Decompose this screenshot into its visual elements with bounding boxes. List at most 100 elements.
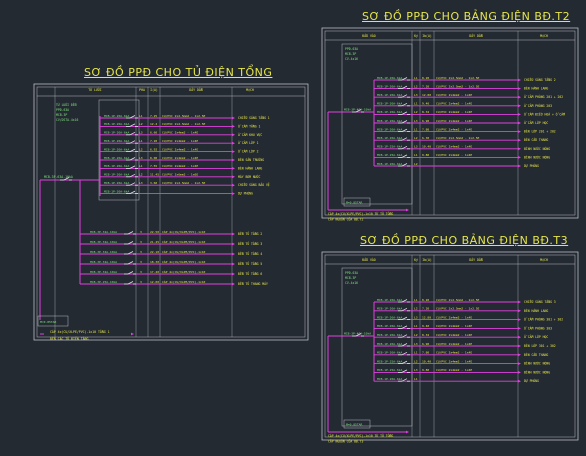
panel-t3-incoming-note: MCB-3P [345, 276, 356, 280]
main-upper-circuit-2-phase: L2 [139, 122, 143, 126]
panel-t2-circuit-2-current: 7.20 [422, 84, 429, 88]
main-header-circuit: MẠCH [246, 88, 254, 92]
main-upper-circuit-2-arrow [232, 125, 235, 128]
panel-t3-circuit-1-current: 8.20 [422, 298, 429, 302]
panel-t2-circuit-9-current: 10.40 [422, 145, 431, 149]
panel-t3-circuit-4-dest: Ổ CẮM PHÒNG 303 [524, 325, 552, 330]
panel-t3-incoming-note: CV-4x16 [345, 281, 358, 285]
panel-t3-circuit-10-arrow [518, 379, 521, 383]
panel-t3-circuit-7-cable: CU/PVC 2x4mm2 - 1x4E [436, 351, 472, 355]
main-lower-circuit-4-arrow [232, 262, 235, 266]
panel-t2-circuit-5-phase: L2 [414, 110, 418, 114]
panel-t2-circuit-3-cable: CU/PVC 2x4mm2 - 1x4E [436, 93, 472, 97]
panel-t3-circuit-3-breaker-label: MCB-1P-20A-6kA [377, 315, 402, 319]
panel-t2-circuit-8-breaker-label: MCB-1P-20A-6kA [377, 136, 402, 140]
panel-t2-circuit-3-phase: L3 [414, 93, 418, 97]
main-lower-circuit-1-breaker-label: MCB-3P-32A-10kA [90, 230, 117, 234]
main-upper-circuit-5-arrow [232, 150, 235, 153]
main-incoming-note: CV/DSTA-4x16 [56, 118, 78, 122]
main-upper-circuit-1-phase: L1 [139, 114, 143, 118]
panel-t2-circuit-2-dest: ĐÈN HÀNH LANG [524, 86, 548, 91]
main-header-source: TỪ LƯỚI [88, 87, 102, 92]
panel-t2-circuit-8-current: 6.30 [422, 136, 429, 140]
panel-t2-circuit-2-arrow [518, 87, 521, 90]
panel-t2-header-phase: Ký [414, 34, 418, 38]
main-lower-circuit-1-arrow [232, 232, 235, 236]
panel-t3-circuit-5-cable: CU/PVC 2x4mm2 - 1x4E [436, 333, 472, 337]
panel-t3-circuit-8-breaker-label: MCB-1P-25A-6kA [377, 359, 402, 363]
main-upper-circuit-6-dest: ĐÈN SÂN TRƯỜNG [238, 157, 264, 162]
main-incoming-note: PPĐ-63A [56, 108, 69, 112]
panel-t3-circuit-9-phase: L3 [414, 368, 418, 372]
main-upper-circuit-6-arrow [232, 158, 235, 162]
panel-t2-circuit-7-current: 7.80 [422, 127, 429, 131]
main-lower-circuit-6-current: 12.00 [150, 280, 159, 284]
panel-t3-circuit-3-arrow [518, 318, 521, 321]
panel-t3-circuit-8-current: 10.40 [422, 359, 431, 363]
main-lower-circuit-6-arrow [232, 282, 235, 286]
main-lower-circuit-3-dest: ĐẾN TỦ TẦNG 4 [238, 251, 262, 256]
main-lower-circuit-5-cable: CÁP 4x(CU/XLPE/PVC)-1x10 [162, 269, 206, 274]
panel-t2-circuit-8-cable: CU/PVC 2x2.5mm2 - 1x2.5E [436, 136, 480, 140]
panel-t3-circuit-4-arrow [518, 327, 521, 330]
panel-t2-circuit-1-breaker-label: MCB-1P-20A-6kA [377, 76, 402, 80]
panel-t3-circuit-6-breaker-label: MCB-1P-20A-6kA [377, 342, 402, 346]
main-lower-circuit-4-breaker-label: MCB-3P-32A-10kA [90, 260, 117, 264]
main-upper-circuit-2-dest: Ổ CẮM TẦNG 1 [238, 123, 260, 128]
panel-t3-circuit-9-breaker-label: MCB-1P-25A-6kA [377, 368, 402, 372]
panel-t3-circuit-5-arrow [518, 335, 521, 339]
main-upper-circuit-10-breaker-label: MCB-1P-20A-6kA [104, 189, 129, 193]
panel-t3-circuit-4-phase: L1 [414, 324, 418, 328]
main-lower-circuit-4-phase: 3 [140, 260, 142, 264]
panel-t3-circuit-9-dest: BÌNH NƯỚC NÓNG [524, 369, 550, 374]
panel-t2-feed-cable: CÁP 4x(CU/XLPE/PVC)-1x10 TỪ TỦ TỔNG [328, 211, 393, 216]
panel-t2-circuit-5-cable: CU/PVC 2x4mm2 - 1x4E [436, 110, 472, 114]
panel-t3-circuit-10-breaker-label: MCB-1P-20A-6kA [377, 377, 402, 381]
panel-t3-header-ampere: Ib(A) [422, 258, 432, 262]
main-upper-circuit-9-arrow [232, 183, 235, 187]
panel-t3-circuit-3-current: 12.80 [422, 315, 431, 319]
panel-t2-circuit-10-dest: BÌNH NƯỚC NÓNG [524, 154, 550, 159]
main-lower-circuit-3-cable: CÁP 4x(CU/XLPE/PVC)-1x10 [162, 249, 206, 254]
main-upper-circuit-6-breaker-label: MCB-1P-20A-6kA [104, 156, 129, 160]
panel-t3-circuit-1-arrow [518, 300, 521, 304]
panel-t2-circuit-1-arrow [518, 78, 521, 82]
main-upper-circuit-3-dest: Ổ CẮM KHU VỰC [238, 132, 262, 137]
panel-t2-circuit-11-phase: L2 [414, 162, 418, 166]
panel-t2-bottom-label: M=0.85TAR [346, 201, 362, 205]
panel-t3-circuit-2-arrow [518, 309, 521, 313]
panel-t3-circuit-6-current: 6.90 [422, 342, 429, 346]
main-upper-circuit-7-arrow [232, 167, 235, 170]
main-upper-circuit-6-current: 8.00 [150, 156, 157, 160]
main-upper-circuit-4-breaker-label: MCB-1P-20A-6kA [104, 139, 129, 143]
panel-t2-circuit-10-arrow [518, 156, 521, 159]
main-upper-circuit-6-phase: L3 [139, 156, 143, 160]
panel-t3-circuit-7-arrow [518, 353, 521, 357]
panel-t2-circuit-5-breaker-label: MCB-1P-20A-6kA [377, 110, 402, 114]
main-incoming-label: MCB-3P-63A-10kA [44, 175, 73, 179]
main-lower-circuit-3-current: 22.10 [150, 250, 159, 254]
panel-t3-feed-cable: CÁP 4x(CU/XLPE/PVC)-1x10 TỪ TỦ TỔNG [328, 433, 393, 438]
main-lower-circuit-5-dest: ĐẾN TỦ TẦNG 6 [238, 271, 262, 276]
panel-t2-incoming-note: PPĐ-63A [345, 47, 358, 51]
panel-t3-circuit-9-current: 9.80 [422, 368, 429, 372]
panel-t3-circuit-2-phase: L2 [414, 307, 418, 311]
panel-t2-circuit-7-arrow [518, 130, 521, 133]
panel-t3-circuit-8-dest: BÌNH NƯỚC NÓNG [524, 361, 550, 366]
main-upper-circuit-2-breaker-label: MCB-1P-20A-6kA [104, 122, 129, 126]
panel-t3-circuit-8-arrow [518, 362, 521, 365]
main-upper-circuit-9-cable: CU/PVC 2x2.5mm2 - 1x2.5E [162, 181, 206, 185]
panel-t3-feed-arrow [406, 430, 409, 434]
main-incoming-note: TỪ LƯỚI ĐẾN [56, 102, 77, 107]
main-lower-circuit-2-phase: 3 [140, 240, 142, 244]
panel-t3-circuit-8-cable: CU/PVC 2x4mm2 - 1x4E [436, 359, 472, 363]
panel-t2-circuit-10-phase: L1 [414, 153, 418, 157]
panel-t3-circuit-7-dest: ĐÈN CẦU THANG [524, 352, 548, 357]
panel-t3-circuit-1-phase: L1 [414, 298, 418, 302]
main-upper-circuit-8-breaker-label: MCB-1P-20A-6kA [104, 173, 129, 177]
panel-t2-circuit-6-phase: L3 [414, 119, 418, 123]
main-upper-circuit-4-cable: CU/PVC 2x4mm2 - 1x4E [162, 139, 198, 143]
panel-t3-circuit-7-breaker-label: MCB-1P-20A-6kA [377, 351, 402, 355]
main-lower-circuit-2-current: 21.45 [150, 240, 159, 244]
main-upper-circuit-1-dest: CHIẾU SÁNG TẦNG 1 [238, 115, 270, 120]
